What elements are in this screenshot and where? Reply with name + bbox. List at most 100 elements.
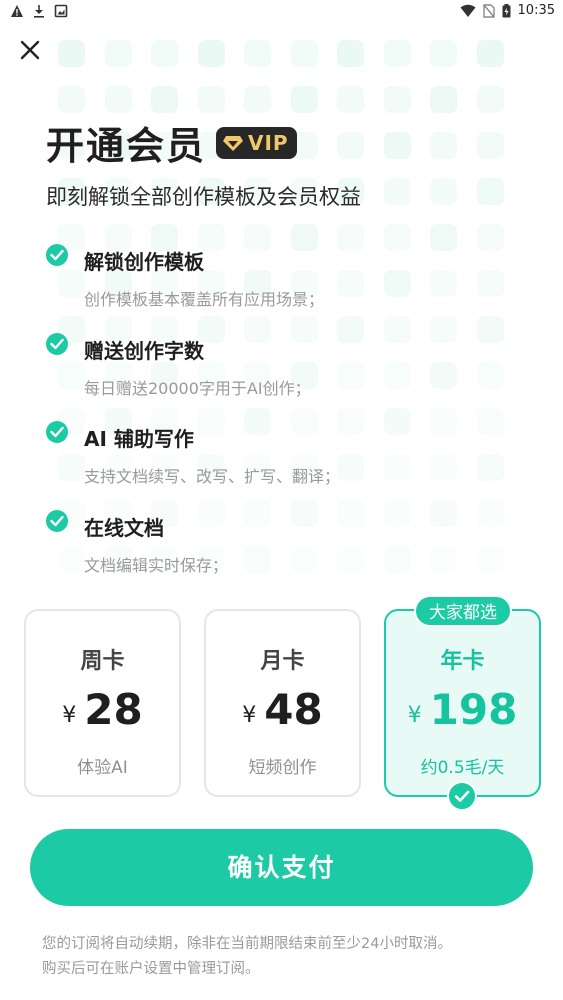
plan-amount: 198 (429, 685, 518, 734)
check-circle-icon (46, 421, 68, 443)
check-circle-icon (46, 510, 68, 532)
footnote-line: 购买后可在账户设置中管理订阅。 (42, 961, 260, 977)
benefit-desc: 文档编辑实时保存； (84, 556, 229, 575)
plan-amount: 48 (264, 685, 323, 734)
vip-badge: VIP (216, 126, 297, 159)
background-tile (476, 224, 504, 251)
plan-name: 月卡 (260, 649, 305, 674)
background-tile (383, 362, 411, 389)
diamond-icon (223, 135, 244, 151)
background-tile (290, 86, 318, 113)
background-tile (430, 40, 457, 67)
plan-name: 年卡 (440, 649, 485, 674)
plan-name: 周卡 (80, 649, 125, 674)
background-tile (476, 178, 504, 205)
benefit-desc: 每日赠送20000字用于AI创作； (84, 379, 311, 398)
image-icon (54, 4, 68, 18)
no-sim-icon (482, 3, 495, 18)
background-tile (197, 40, 225, 67)
title-row: 开通会员 VIP (46, 115, 297, 170)
background-tile (58, 546, 85, 573)
background-tile (476, 546, 504, 573)
background-tile (476, 408, 504, 435)
currency-symbol: ¥ (242, 703, 257, 728)
background-tile (430, 500, 457, 527)
check-circle-icon (46, 333, 68, 355)
selected-check-icon (447, 781, 477, 811)
background-tile (430, 408, 457, 435)
background-tile (383, 546, 411, 573)
benefit-title: 解锁创作模板 (84, 250, 204, 274)
background-tile (337, 224, 364, 251)
background-tile (290, 500, 318, 527)
background-tile (197, 408, 225, 435)
plan-price: ¥198 (386, 685, 539, 734)
background-tile (104, 40, 132, 67)
footnote-line: 您的订阅将自动续期，除非在当前期限结束前至少24小时取消。 (42, 936, 452, 952)
background-tile (58, 270, 85, 297)
background-tile (383, 224, 411, 251)
popular-tag: 大家都选 (414, 595, 512, 627)
subtitle: 即刻解锁全部创作模板及会员权益 (46, 185, 361, 209)
close-icon (20, 40, 40, 60)
confirm-pay-button[interactable]: 确认支付 (30, 829, 533, 906)
plan-price: ¥28 (26, 685, 179, 734)
benefit-title: AI 辅助写作 (84, 427, 194, 451)
background-tile (383, 500, 411, 527)
plan-note: 约0.5毛/天 (420, 758, 505, 778)
close-button[interactable] (16, 36, 44, 64)
background-tile (244, 40, 271, 67)
subscription-footnote: 您的订阅将自动续期，除非在当前期限结束前至少24小时取消。 购买后可在账户设置中… (42, 932, 452, 982)
background-tile (58, 40, 85, 67)
background-tile (383, 270, 411, 297)
background-tile (430, 178, 457, 205)
background-tile (244, 224, 271, 251)
vip-label: VIP (248, 130, 289, 155)
plan-card-weekly[interactable]: 周卡 ¥28 体验AI (24, 609, 181, 797)
page-title: 开通会员 (46, 124, 207, 168)
background-tile (476, 40, 504, 67)
background-tile (430, 270, 457, 297)
background-tile (383, 40, 411, 67)
background-tile (476, 86, 504, 113)
background-tile (58, 86, 85, 113)
plan-note: 体验AI (77, 758, 128, 778)
plan-note: 短频创作 (248, 758, 317, 778)
background-tile (476, 316, 504, 343)
plan-card-yearly[interactable]: 大家都选 年卡 ¥198 约0.5毛/天 (384, 595, 541, 811)
background-tile (290, 546, 318, 573)
background-tile (104, 86, 132, 113)
background-tile (430, 362, 457, 389)
background-tile (430, 546, 457, 573)
background-tile (476, 132, 504, 159)
background-tile (337, 86, 364, 113)
background-tile (58, 362, 85, 389)
background-tile (476, 362, 504, 389)
background-tile (337, 316, 364, 343)
background-tile (430, 132, 457, 159)
background-tile (290, 224, 318, 251)
background-tile (244, 86, 271, 113)
plan-amount: 28 (84, 685, 143, 734)
warning-icon (11, 5, 23, 17)
background-tile (383, 178, 411, 205)
status-bar: 10:35 (0, 0, 563, 24)
background-tile (383, 408, 411, 435)
currency-symbol: ¥ (407, 703, 422, 728)
background-tile (476, 500, 504, 527)
plan-card-monthly[interactable]: 月卡 ¥48 短频创作 (204, 609, 361, 797)
background-tile (430, 224, 457, 251)
background-tile (337, 546, 364, 573)
background-tile (430, 316, 457, 343)
background-tile (337, 270, 364, 297)
background-tile (290, 40, 318, 67)
background-tile (337, 500, 364, 527)
background-tile (151, 86, 178, 113)
background-tile (290, 316, 318, 343)
background-tile (244, 500, 271, 527)
background-tile (383, 454, 411, 481)
background-tile (58, 454, 85, 481)
background-tile (151, 40, 178, 67)
background-tile (337, 408, 364, 435)
background-tile (476, 270, 504, 297)
